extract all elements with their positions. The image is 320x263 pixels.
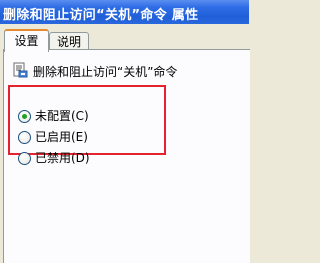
radio-circle[interactable]	[18, 152, 31, 165]
tab-settings[interactable]: 设置	[4, 29, 49, 52]
radio-circle-selected[interactable]	[18, 110, 31, 123]
properties-dialog: 删除和阻止访问“关机”命令 属性 设置 说明 删除和阻止访问“关机”命令 未配置…	[0, 0, 250, 263]
tab-strip: 设置 说明	[0, 24, 249, 52]
radio-dot	[22, 114, 27, 119]
radio-not-configured[interactable]: 未配置(C)	[18, 109, 148, 125]
policy-header: 删除和阻止访问“关机”命令	[12, 61, 247, 81]
policy-name: 删除和阻止访问“关机”命令	[33, 65, 178, 79]
radio-label: 已启用(E)	[35, 130, 88, 144]
tab-explain-label: 说明	[56, 35, 81, 49]
radio-disabled[interactable]: 已禁用(D)	[18, 151, 148, 167]
radio-label: 已禁用(D)	[35, 151, 90, 165]
title-bar[interactable]: 删除和阻止访问“关机”命令 属性	[0, 0, 249, 24]
policy-setting-icon	[12, 62, 28, 78]
window-title: 删除和阻止访问“关机”命令 属性	[3, 8, 199, 23]
radio-circle[interactable]	[18, 131, 31, 144]
tab-settings-label: 设置	[14, 34, 39, 48]
radio-label: 未配置(C)	[35, 109, 89, 123]
radio-enabled[interactable]: 已启用(E)	[18, 130, 148, 146]
